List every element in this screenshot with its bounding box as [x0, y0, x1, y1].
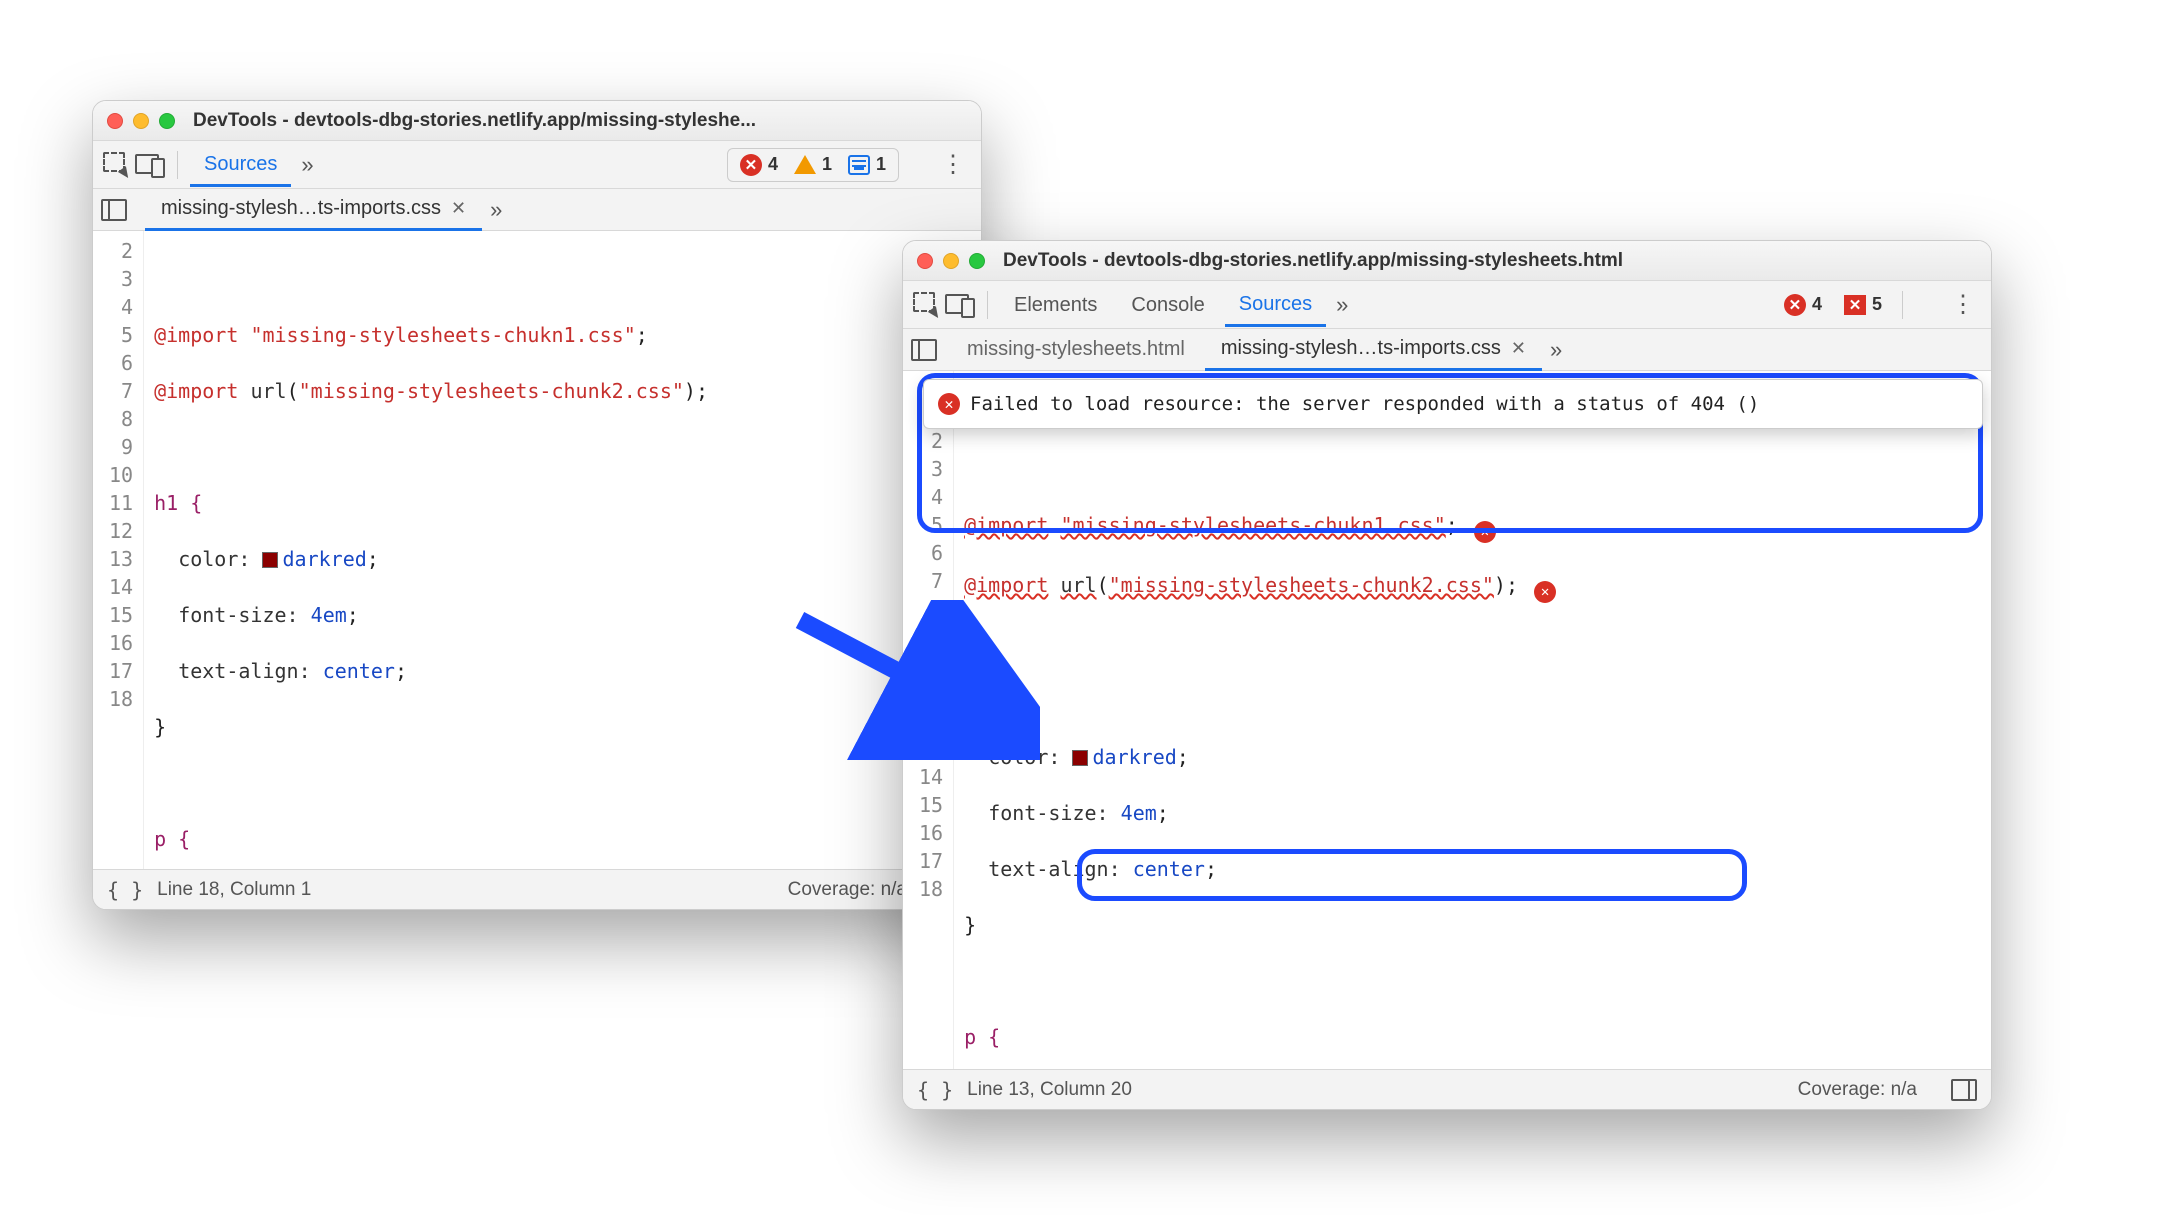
- transition-arrow-icon: [780, 600, 1040, 760]
- code-content: @import "missing-stylesheets-chukn1.css"…: [144, 231, 718, 869]
- minimize-window-button[interactable]: [943, 253, 959, 269]
- settings-gear-icon[interactable]: [905, 153, 929, 177]
- traffic-lights: [107, 113, 175, 129]
- code-editor[interactable]: 23456789101112131415161718 @import "miss…: [93, 231, 981, 869]
- window-title: DevTools - devtools-dbg-stories.netlify.…: [193, 110, 967, 132]
- cursor-position: Line 13, Column 20: [967, 1079, 1132, 1101]
- status-bar: { } Line 13, Column 20 Coverage: n/a: [903, 1069, 1991, 1109]
- file-tab-imports-css[interactable]: missing-stylesh…ts-imports.css ✕: [145, 189, 482, 231]
- maximize-window-button[interactable]: [159, 113, 175, 129]
- tab-strip: missing-stylesheets.html missing-stylesh…: [903, 329, 1991, 371]
- error-icon: ✕: [740, 154, 762, 176]
- traffic-lights: [917, 253, 985, 269]
- error-icon: ✕: [1784, 294, 1806, 316]
- close-tab-icon[interactable]: ✕: [1511, 338, 1526, 359]
- coverage-status: Coverage: n/a: [788, 879, 907, 901]
- tab-console[interactable]: Console: [1117, 284, 1218, 325]
- kebab-menu-icon[interactable]: ⋮: [1945, 290, 1981, 319]
- sidebar-toggle-icon[interactable]: [1951, 1079, 1977, 1101]
- inspect-icon[interactable]: [103, 152, 129, 178]
- coverage-status: Coverage: n/a: [1798, 1079, 1917, 1101]
- tab-sources[interactable]: Sources: [1225, 283, 1326, 327]
- tab-strip: missing-stylesh…ts-imports.css ✕ »: [93, 189, 981, 231]
- file-tab-imports-css[interactable]: missing-stylesh…ts-imports.css ✕: [1205, 329, 1542, 371]
- code-editor[interactable]: ✕ Failed to load resource: the server re…: [903, 371, 1991, 1069]
- maximize-window-button[interactable]: [969, 253, 985, 269]
- settings-gear-icon[interactable]: [1915, 293, 1939, 317]
- cursor-position: Line 18, Column 1: [157, 879, 311, 901]
- main-toolbar: Sources » ✕4 1 1 ⋮: [93, 141, 981, 189]
- titlebar: DevTools - devtools-dbg-stories.netlify.…: [93, 101, 981, 141]
- issues-icon: ✕: [1844, 295, 1866, 315]
- window-title: DevTools - devtools-dbg-stories.netlify.…: [1003, 250, 1977, 272]
- file-tab-html[interactable]: missing-stylesheets.html: [951, 330, 1201, 369]
- warning-icon: [794, 155, 816, 174]
- navigator-toggle-icon[interactable]: [911, 339, 937, 361]
- devtools-window-left: DevTools - devtools-dbg-stories.netlify.…: [92, 100, 982, 910]
- status-bar: { } Line 18, Column 1 Coverage: n/a: [93, 869, 981, 909]
- close-tab-icon[interactable]: ✕: [451, 198, 466, 219]
- more-file-tabs-chevron[interactable]: »: [486, 197, 506, 223]
- main-toolbar: Elements Console Sources » ✕4 ✕5 ⋮: [903, 281, 1991, 329]
- pretty-print-icon[interactable]: { }: [107, 878, 143, 902]
- navigator-toggle-icon[interactable]: [101, 199, 127, 221]
- more-file-tabs-chevron[interactable]: »: [1546, 337, 1566, 363]
- more-tabs-chevron[interactable]: »: [297, 152, 317, 178]
- pretty-print-icon[interactable]: { }: [917, 1078, 953, 1102]
- line-gutter: 23456789101112131415161718: [93, 231, 144, 869]
- close-window-button[interactable]: [107, 113, 123, 129]
- color-swatch-darkred: [262, 552, 278, 568]
- code-content: @import "missing-stylesheets-chukn1.css"…: [954, 371, 1566, 1069]
- tab-sources[interactable]: Sources: [190, 143, 291, 187]
- close-window-button[interactable]: [917, 253, 933, 269]
- device-toggle-icon[interactable]: [135, 154, 165, 176]
- kebab-menu-icon[interactable]: ⋮: [935, 150, 971, 179]
- info-icon: [848, 155, 870, 175]
- error-tooltip: ✕ Failed to load resource: the server re…: [923, 379, 1983, 429]
- issues-counter[interactable]: ✕5: [1836, 291, 1890, 318]
- error-counter[interactable]: ✕4: [1776, 291, 1830, 319]
- inline-error-icon[interactable]: ✕: [1474, 521, 1496, 543]
- tab-elements[interactable]: Elements: [1000, 284, 1111, 325]
- more-tabs-chevron[interactable]: »: [1332, 292, 1352, 318]
- inspect-icon[interactable]: [913, 292, 939, 318]
- titlebar: DevTools - devtools-dbg-stories.netlify.…: [903, 241, 1991, 281]
- error-icon: ✕: [938, 393, 960, 415]
- issue-counters[interactable]: ✕4 1 1: [727, 148, 899, 182]
- devtools-window-right: DevTools - devtools-dbg-stories.netlify.…: [902, 240, 1992, 1110]
- minimize-window-button[interactable]: [133, 113, 149, 129]
- inline-error-icon[interactable]: ✕: [1534, 581, 1556, 603]
- device-toggle-icon[interactable]: [945, 294, 975, 316]
- color-swatch-darkred: [1072, 750, 1088, 766]
